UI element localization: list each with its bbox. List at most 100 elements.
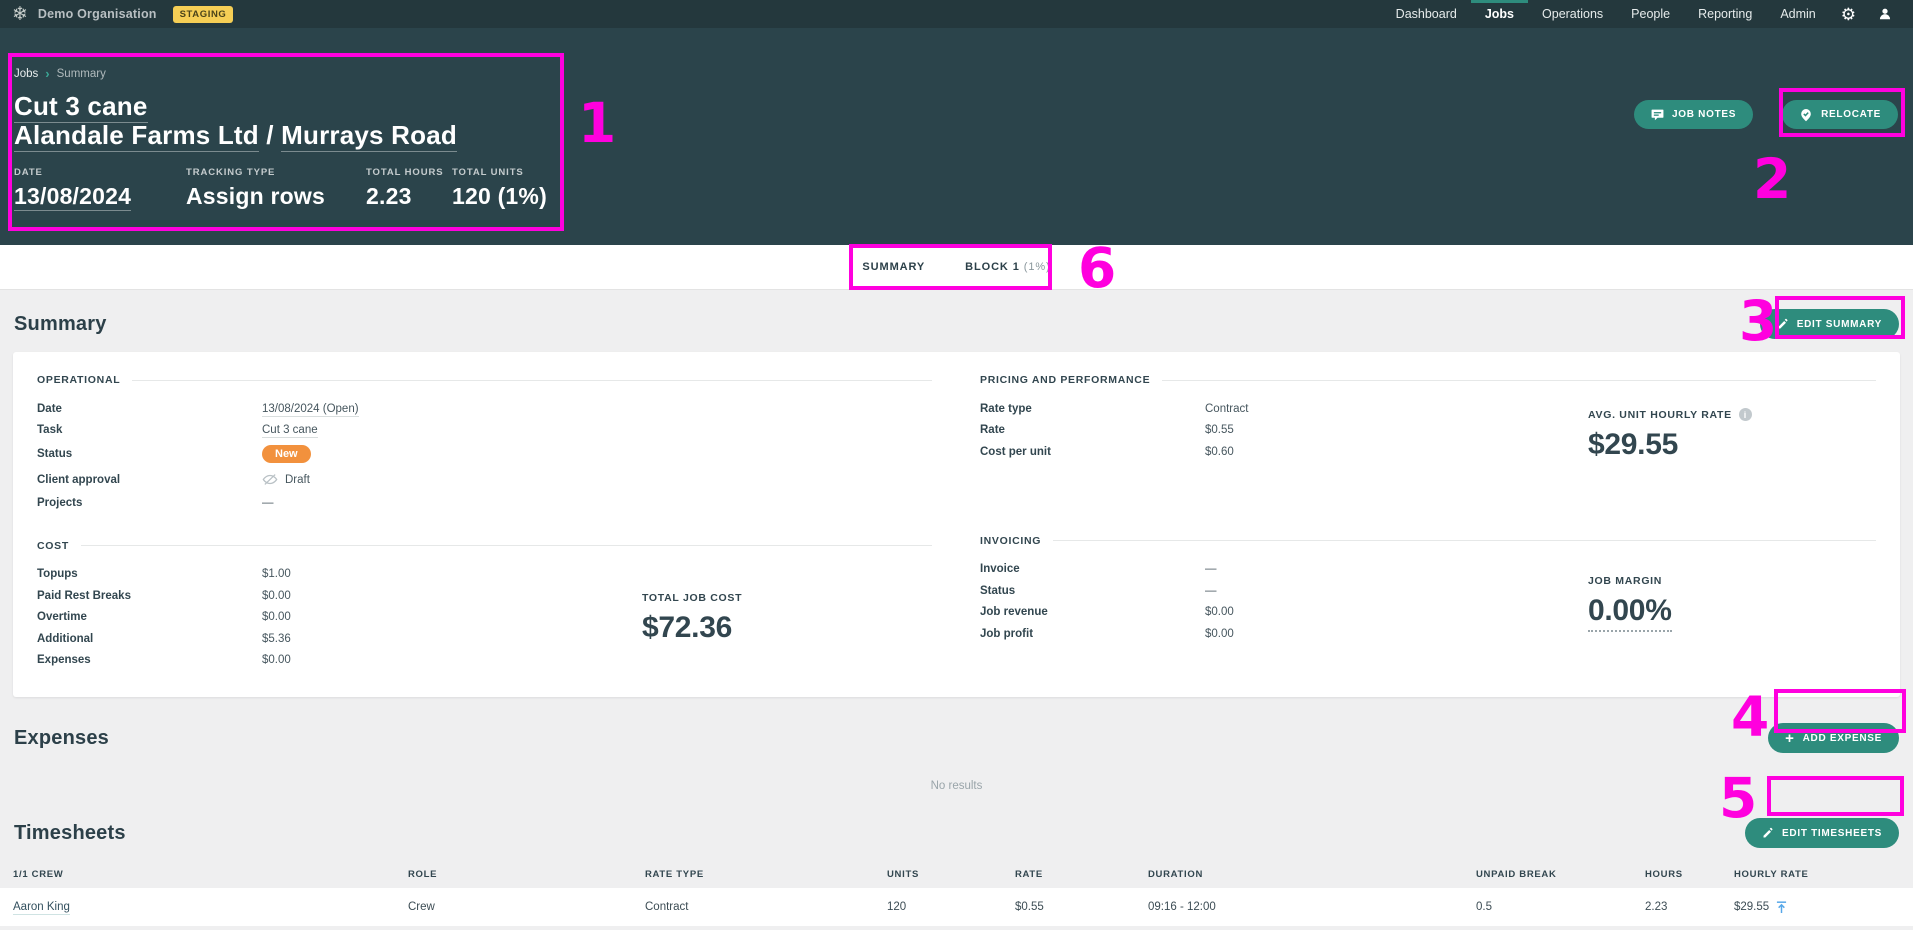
job-header: Jobs › Summary Cut 3 cane Alandale Farms… (0, 28, 1913, 245)
eye-off-icon (262, 473, 278, 486)
breadcrumb-current: Summary (57, 68, 106, 80)
row-projects: Projects — (37, 492, 932, 514)
crew-member-link[interactable]: Aaron King (13, 901, 70, 915)
summary-card: OPERATIONAL Date 13/08/2024 (Open) Task … (13, 352, 1900, 697)
meta-units-label: TOTAL UNITS (452, 167, 547, 178)
col-hours: HOURS (1645, 869, 1734, 880)
nav-item-people[interactable]: People (1617, 0, 1684, 28)
col-role: ROLE (408, 869, 645, 880)
col-rate: RATE (1015, 869, 1148, 880)
invoicing-heading: INVOICING (980, 535, 1041, 547)
rate-to-top-arrow-icon[interactable] (1776, 901, 1787, 914)
col-unpaid-break: UNPAID BREAK (1476, 869, 1645, 880)
timesheets-section-head: Timesheets EDIT TIMESHEETS (0, 802, 1913, 848)
nav-item-jobs[interactable]: Jobs (1471, 0, 1528, 28)
org-logo-snowflake-icon: ❄ (12, 5, 28, 24)
task-value[interactable]: Cut 3 cane (262, 424, 318, 438)
job-margin-value[interactable]: 0.00% (1588, 594, 1672, 632)
job-title-location[interactable]: Murrays Road (281, 120, 457, 152)
tab-block-1-percent: (1%) (1024, 261, 1051, 273)
operational-group: OPERATIONAL Date 13/08/2024 (Open) Task … (37, 374, 932, 514)
cost-heading: COST (37, 540, 69, 552)
projects-value: — (262, 497, 274, 509)
expenses-section-head: Expenses + ADD EXPENSE (0, 697, 1913, 753)
meta-tracking-type: TRACKING TYPE Assign rows (186, 167, 366, 210)
cell-rate-type: Contract (645, 901, 887, 913)
date-value[interactable]: 13/08/2024 (Open) (262, 403, 359, 417)
timesheets-heading: Timesheets (14, 822, 126, 845)
job-margin-kpi: JOB MARGIN 0.00% (1588, 575, 1828, 632)
summary-heading: Summary (14, 313, 107, 336)
tab-summary[interactable]: SUMMARY (842, 245, 945, 289)
col-rate-type: RATE TYPE (645, 869, 887, 880)
cell-hourly-rate: $29.55 (1734, 901, 1769, 913)
timesheet-row: Aaron King Crew Contract 120 $0.55 09:16… (0, 888, 1913, 926)
meta-hours-value: 2.23 (366, 183, 452, 210)
total-job-cost-value: $72.36 (642, 611, 882, 645)
tab-block-1[interactable]: BLOCK 1 (1%) (945, 245, 1070, 289)
job-title: Cut 3 cane Alandale Farms Ltd / Murrays … (14, 92, 1899, 150)
settings-gear-icon[interactable]: ⚙ (1830, 0, 1867, 28)
col-units: UNITS (887, 869, 1015, 880)
breadcrumb-jobs-link[interactable]: Jobs (14, 68, 38, 80)
user-account-icon[interactable] (1867, 0, 1903, 28)
meta-hours-label: TOTAL HOURS (366, 167, 452, 178)
col-duration: DURATION (1148, 869, 1476, 880)
chat-bubble-icon (1651, 108, 1664, 121)
job-notes-button[interactable]: JOB NOTES (1634, 100, 1753, 129)
meta-tracking-value: Assign rows (186, 183, 366, 210)
nav-item-reporting[interactable]: Reporting (1684, 0, 1766, 28)
meta-total-hours: TOTAL HOURS 2.23 (366, 167, 452, 210)
relocate-button[interactable]: RELOCATE (1782, 100, 1898, 129)
row-topups: Topups $1.00 (37, 564, 932, 586)
meta-date-value[interactable]: 13/08/2024 (14, 183, 186, 210)
job-header-buttons: JOB NOTES RELOCATE (1634, 100, 1898, 129)
add-expense-button[interactable]: + ADD EXPENSE (1768, 723, 1899, 753)
breadcrumb: Jobs › Summary (14, 66, 1899, 81)
meta-date-label: DATE (14, 167, 186, 178)
timesheets-table: 1/1 CREW ROLE RATE TYPE UNITS RATE DURAT… (0, 861, 1913, 926)
meta-units-value: 120 (1%) (452, 183, 547, 210)
job-meta-row: DATE 13/08/2024 TRACKING TYPE Assign row… (14, 167, 1899, 210)
edit-timesheets-button[interactable]: EDIT TIMESHEETS (1745, 818, 1899, 848)
summary-left-column: OPERATIONAL Date 13/08/2024 (Open) Task … (37, 374, 932, 671)
col-crew: 1/1 CREW (13, 869, 408, 880)
avg-unit-hourly-rate-kpi: AVG. UNIT HOURLY RATE i $29.55 (1588, 408, 1828, 462)
cell-duration: 09:16 - 12:00 (1148, 901, 1476, 913)
edit-summary-button[interactable]: EDIT SUMMARY (1760, 309, 1899, 339)
row-date: Date 13/08/2024 (Open) (37, 398, 932, 420)
org-name: Demo Organisation (38, 7, 157, 21)
expenses-empty-state: No results (0, 753, 1913, 802)
staging-badge: STAGING (173, 6, 234, 23)
row-client-approval: Client approval Draft (37, 467, 932, 492)
cell-unpaid-break: 0.5 (1476, 901, 1645, 913)
row-expenses: Expenses $0.00 (37, 650, 932, 672)
job-title-client[interactable]: Alandale Farms Ltd (14, 120, 259, 152)
meta-total-units: TOTAL UNITS 120 (1%) (452, 167, 547, 210)
status-badge-new[interactable]: New (262, 445, 311, 463)
info-icon[interactable]: i (1739, 408, 1752, 421)
top-nav-bar: ❄ Demo Organisation STAGING Dashboard Jo… (0, 0, 1913, 28)
summary-section-head: Summary EDIT SUMMARY (0, 290, 1913, 339)
row-status: Status New (37, 441, 932, 467)
divider (81, 545, 932, 546)
nav-item-operations[interactable]: Operations (1528, 0, 1617, 28)
meta-date: DATE 13/08/2024 (14, 167, 186, 210)
expenses-heading: Expenses (14, 727, 109, 750)
nav-item-admin[interactable]: Admin (1766, 0, 1829, 28)
job-title-separator: / (259, 120, 281, 150)
pricing-group: PRICING AND PERFORMANCE Rate type Contra… (980, 374, 1876, 509)
job-title-task[interactable]: Cut 3 cane (14, 91, 148, 123)
nav-item-dashboard[interactable]: Dashboard (1382, 0, 1471, 28)
timesheets-header-row: 1/1 CREW ROLE RATE TYPE UNITS RATE DURAT… (0, 861, 1913, 888)
approval-value: Draft (285, 474, 310, 486)
total-job-cost-kpi: TOTAL JOB COST $72.36 (642, 592, 882, 645)
chevron-right-icon: › (45, 66, 49, 81)
cell-hours: 2.23 (1645, 901, 1734, 913)
avg-unit-hourly-rate-value: $29.55 (1588, 428, 1828, 462)
pencil-icon (1762, 827, 1774, 839)
row-task: Task Cut 3 cane (37, 420, 932, 442)
operational-heading: OPERATIONAL (37, 374, 120, 386)
summary-right-column: PRICING AND PERFORMANCE Rate type Contra… (980, 374, 1876, 671)
cell-role: Crew (408, 901, 645, 913)
